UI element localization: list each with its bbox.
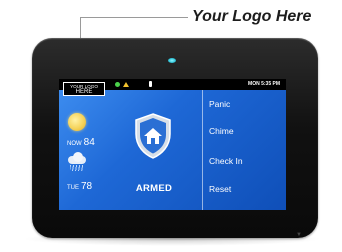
status-dot-icon <box>115 82 120 87</box>
panic-button[interactable]: Panic <box>209 96 279 112</box>
logo-line2: HERE <box>75 89 93 95</box>
house-shield-icon[interactable] <box>133 112 173 160</box>
rain-icon <box>70 165 84 171</box>
check-in-button[interactable]: Check In <box>209 153 279 169</box>
system-status: ARMED <box>135 183 173 194</box>
corner-arrow-icon: ▼ <box>296 232 302 238</box>
led-indicator <box>168 58 176 63</box>
weather-now-label: NOW <box>67 141 82 147</box>
weather-now-temp: 84 <box>83 137 95 148</box>
status-icons <box>115 80 129 89</box>
callout-label: Your Logo Here <box>192 8 312 25</box>
warning-icon <box>123 82 129 87</box>
callout-line <box>80 17 188 18</box>
touch-screen: YOUR LOGO HERE MON 5:35 PM NOW 84 TUE 78 A… <box>59 79 286 210</box>
weather-tue: TUE 78 <box>67 181 92 192</box>
battery-icon <box>149 81 152 87</box>
stage: Your Logo Here YOUR LOGO HERE MON 5:35 P… <box>0 0 342 252</box>
sun-icon <box>68 113 86 131</box>
weather-tue-label: TUE <box>67 185 79 191</box>
rain-cloud-icon <box>66 152 88 164</box>
reset-button[interactable]: Reset <box>209 181 279 197</box>
weather-now: NOW 84 <box>67 137 95 148</box>
menu-divider <box>202 90 203 210</box>
logo-placeholder: YOUR LOGO HERE <box>63 82 105 96</box>
weather-tue-temp: 78 <box>81 181 93 192</box>
status-time: MON 5:35 PM <box>248 81 280 87</box>
chime-button[interactable]: Chime <box>209 123 279 139</box>
